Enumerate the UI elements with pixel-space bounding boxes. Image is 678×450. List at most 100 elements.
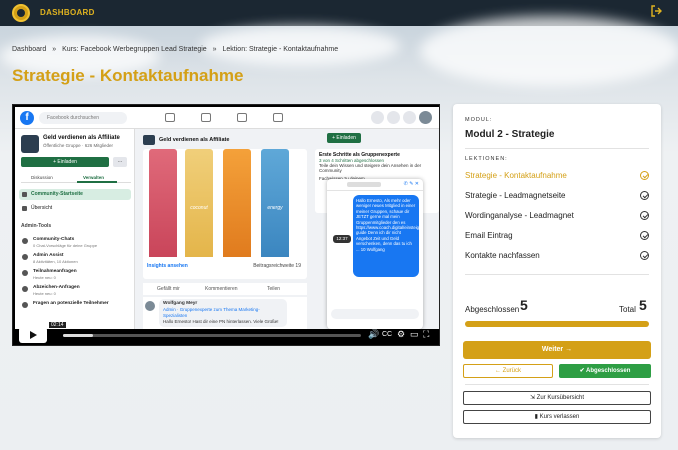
settings-icon[interactable]: ⚙ bbox=[397, 328, 405, 340]
check-circle-icon bbox=[640, 251, 649, 260]
completed-button[interactable]: ✔ Abgeschlossen bbox=[559, 364, 651, 378]
fb-side-item: Community-Startseite bbox=[19, 189, 131, 200]
brand-logo[interactable] bbox=[12, 4, 30, 22]
notifications-icon bbox=[403, 111, 416, 124]
video-frame-facebook-screen: f Facebook durchsuchen Geld verdienen al… bbox=[15, 107, 439, 329]
fb-like: Gefällt mir bbox=[157, 286, 180, 292]
back-button[interactable]: ← Zurück bbox=[463, 364, 553, 378]
fb-admin-item: Community-Chats 0 Chat-Vorschläge für dei… bbox=[19, 237, 131, 248]
lessons-heading: LEKTIONEN: bbox=[465, 156, 508, 162]
play-button[interactable] bbox=[19, 327, 47, 343]
breadcrumb-dashboard[interactable]: Dashboard bbox=[12, 46, 46, 53]
fullscreen-icon[interactable]: ⛶ bbox=[423, 328, 429, 340]
course-progress-fill bbox=[465, 321, 649, 327]
total-label: Total bbox=[619, 305, 636, 314]
check-circle-icon bbox=[640, 231, 649, 240]
check-circle-icon bbox=[640, 171, 649, 180]
completed-label: Abgeschlossen bbox=[465, 305, 520, 314]
fb-tab-manage: Verwalten bbox=[83, 175, 105, 180]
fb-search: Facebook durchsuchen bbox=[39, 112, 127, 124]
fb-admin-item: Teilnahmeanfragen Heute neu: 0 bbox=[19, 269, 131, 280]
fb-admin-item: Admin Assist 8 Aktivitäten, 10 Aktionen bbox=[19, 253, 131, 264]
lesson-item[interactable]: Wordinganalyse - Leadmagnet bbox=[465, 208, 649, 224]
fb-insights-link: Insights ansehen bbox=[147, 263, 188, 269]
fb-main-feed: Geld verdienen als Affiliate coconut ene… bbox=[139, 129, 307, 329]
fb-side-item: Übersicht bbox=[19, 203, 131, 214]
fb-topbar: f Facebook durchsuchen bbox=[15, 107, 439, 129]
fb-main-group-name: Geld verdienen als Affiliate bbox=[159, 137, 230, 143]
lesson-label: Email Eintrag bbox=[465, 231, 513, 240]
breadcrumb-separator: » bbox=[52, 46, 57, 53]
facebook-logo-icon: f bbox=[20, 111, 34, 125]
course-overview-button[interactable]: ⇲ Zur Kursübersicht bbox=[463, 391, 651, 405]
product-can-image: coconut bbox=[185, 149, 213, 257]
fb-reach: Beitragsreichweite 19 bbox=[253, 263, 301, 269]
fb-comment-bubble: Wolfgang Meyr Admin · Gruppenexperte zum… bbox=[159, 299, 287, 327]
lesson-label: Strategie - Leadmagnetseite bbox=[465, 191, 566, 200]
product-can-image bbox=[149, 149, 177, 257]
messenger-icon bbox=[387, 111, 400, 124]
captions-icon[interactable]: CC bbox=[382, 329, 392, 341]
module-title: Modul 2 - Strategie bbox=[465, 129, 555, 140]
nav-dashboard-link[interactable]: DASHBOARD bbox=[40, 8, 95, 17]
fb-admin-item: Fragen an potenzielle Teilnehmer bbox=[19, 301, 131, 308]
fb-chat-time: 12:37 bbox=[333, 235, 351, 243]
breadcrumb-separator: » bbox=[212, 46, 217, 53]
avatar bbox=[145, 301, 155, 311]
fb-chat-message: Hallo Ernesto, Als mehr oder weniger neu… bbox=[353, 195, 419, 277]
menu-icon bbox=[371, 111, 384, 124]
lesson-item[interactable]: Strategie - Leadmagnetseite bbox=[465, 188, 649, 204]
next-button[interactable]: Weiter → bbox=[463, 341, 651, 359]
video-seekbar[interactable] bbox=[63, 334, 361, 337]
fb-invite-button: + Einladen bbox=[21, 157, 109, 167]
fb-post: coconut energy Insights ansehen Beitrags… bbox=[143, 149, 307, 279]
fb-group-meta: Öffentliche Gruppe · 626 Mitglieder bbox=[43, 143, 113, 148]
fb-more-button: ··· bbox=[113, 157, 127, 167]
fb-right-column: + Einladen Erste Schritte als Gruppenexp… bbox=[311, 129, 439, 329]
fb-messenger-chat: ✆ ✎ ✕ 12:37 Hallo Ernesto, Als mehr oder… bbox=[327, 179, 423, 329]
lesson-item[interactable]: Kontakte nachfassen bbox=[465, 248, 649, 264]
fb-share: Teilen bbox=[267, 286, 281, 292]
course-sidebar-card: MODUL: Modul 2 - Strategie LEKTIONEN: St… bbox=[453, 104, 661, 438]
product-can-image: energy bbox=[261, 149, 289, 257]
leave-course-button[interactable]: ▮ Kurs verlassen bbox=[463, 410, 651, 424]
lesson-item[interactable]: Email Eintrag bbox=[465, 228, 649, 244]
page-title: Strategie - Kontaktaufnahme bbox=[12, 66, 244, 85]
check-circle-icon bbox=[640, 191, 649, 200]
check-circle-icon bbox=[640, 211, 649, 220]
product-can-image bbox=[223, 149, 251, 257]
volume-icon[interactable]: 🔊 bbox=[368, 328, 379, 340]
marketplace-icon bbox=[237, 113, 247, 122]
fb-post-actions: Gefällt mir Kommentieren Teilen bbox=[143, 283, 307, 295]
fb-tab-discussion: Diskussion bbox=[31, 175, 53, 180]
breadcrumb-course[interactable]: Kurs: Facebook Werbegruppen Lead Strateg… bbox=[62, 46, 207, 53]
video-progress bbox=[63, 334, 93, 337]
pip-icon[interactable]: ▭ bbox=[410, 328, 419, 340]
fb-admin-item: Abzeichen-Anfragen Heute neu: 0 bbox=[19, 285, 131, 296]
lesson-label: Strategie - Kontaktaufnahme bbox=[465, 171, 567, 180]
lesson-label: Kontakte nachfassen bbox=[465, 251, 540, 260]
fb-admin-heading: Admin-Tools bbox=[21, 223, 52, 229]
video-icon bbox=[201, 113, 211, 122]
fb-group-sidebar: Geld verdienen als Affiliate Öffentliche… bbox=[15, 129, 135, 329]
completed-value: 5 bbox=[520, 297, 528, 313]
breadcrumb: Dashboard » Kurs: Facebook Werbegruppen … bbox=[12, 46, 342, 53]
course-progress-bar bbox=[465, 321, 649, 327]
module-overline: MODUL: bbox=[465, 117, 493, 123]
logout-icon[interactable] bbox=[648, 5, 664, 21]
fb-comment-item: Wolfgang Meyr Admin · Gruppenexperte zum… bbox=[143, 297, 307, 329]
fb-group-name: Geld verdienen als Affiliate bbox=[43, 135, 120, 141]
video-player[interactable]: f Facebook durchsuchen Geld verdienen al… bbox=[12, 104, 440, 346]
total-value: 5 bbox=[639, 297, 647, 313]
fb-comment: Kommentieren bbox=[205, 286, 238, 292]
group-thumbnail bbox=[143, 135, 155, 145]
lesson-label: Wordinganalyse - Leadmagnet bbox=[465, 211, 574, 220]
fb-tabs: Diskussion Verwalten bbox=[21, 173, 131, 183]
lesson-item[interactable]: Strategie - Kontaktaufnahme bbox=[465, 168, 649, 184]
groups-icon bbox=[273, 113, 283, 122]
video-timestamp: 02:14 bbox=[49, 322, 66, 328]
group-thumbnail bbox=[21, 135, 39, 153]
profile-avatar bbox=[419, 111, 432, 124]
breadcrumb-lesson: Lektion: Strategie - Kontaktaufnahme bbox=[222, 46, 339, 53]
home-icon bbox=[165, 113, 175, 122]
